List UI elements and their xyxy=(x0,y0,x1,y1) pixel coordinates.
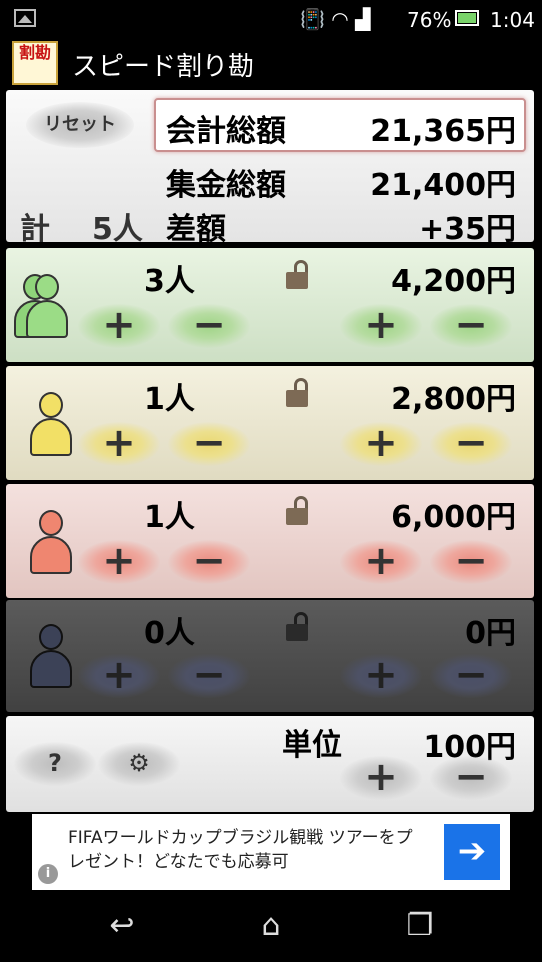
info-icon[interactable]: i xyxy=(38,864,58,884)
lock-open-icon[interactable] xyxy=(286,496,308,526)
lock-open-icon[interactable] xyxy=(286,612,308,642)
group-amount: 4,200円 xyxy=(391,264,516,299)
people-minus-button[interactable]: − xyxy=(168,422,250,466)
back-icon[interactable]: ↩ xyxy=(92,904,152,948)
signal-icon: ▟ xyxy=(355,7,371,31)
person-icon xyxy=(28,624,74,690)
navigation-bar: ↩ ⌂ ❐ xyxy=(0,890,542,962)
home-icon[interactable]: ⌂ xyxy=(241,904,301,948)
people-plus-button[interactable]: + xyxy=(78,422,160,466)
vibrate-icon: 📳 xyxy=(300,7,325,31)
clock: 1:04 xyxy=(490,8,535,32)
gallery-notification-icon xyxy=(14,9,36,27)
ad-text[interactable]: FIFAワールドカップブラジル観戦 ツアーをプレゼント！どなたでも応募可 xyxy=(68,826,428,874)
unit-plus-button[interactable]: + xyxy=(340,756,422,800)
ad-banner[interactable]: FIFAワールドカップブラジル観戦 ツアーをプレゼント！どなたでも応募可 ➔ i xyxy=(32,814,510,890)
battery-icon xyxy=(455,10,479,26)
wifi-icon: ◠ xyxy=(331,7,349,31)
group-panel-green: 3人 4,200円 + − + − xyxy=(6,248,534,362)
group-panel-dark: 0人 0円 + − + − xyxy=(6,600,534,712)
lock-open-icon[interactable] xyxy=(286,378,308,408)
recent-apps-icon[interactable]: ❐ xyxy=(390,904,450,948)
amount-plus-button[interactable]: + xyxy=(340,304,422,348)
total-value: 21,365円 xyxy=(370,114,516,149)
group-amount: 6,000円 xyxy=(391,500,516,535)
gear-icon: ⚙ xyxy=(128,749,150,777)
group-panel-yellow: 1人 2,800円 + − + − xyxy=(6,366,534,480)
amount-minus-button[interactable]: − xyxy=(430,304,512,348)
people-plus-button[interactable]: + xyxy=(78,654,160,698)
amount-plus-button[interactable]: + xyxy=(340,654,422,698)
amount-minus-button[interactable]: − xyxy=(430,654,512,698)
unit-minus-button[interactable]: − xyxy=(430,756,512,800)
group-people-count: 0人 xyxy=(144,616,195,651)
total-label: 会計総額 xyxy=(166,114,286,149)
count-label: 計 xyxy=(20,212,50,247)
footer-panel: ? ⚙ 単位 100円 + − xyxy=(6,716,534,812)
people-minus-button[interactable]: − xyxy=(168,654,250,698)
settings-button[interactable]: ⚙ xyxy=(98,742,180,786)
amount-plus-button[interactable]: + xyxy=(340,422,422,466)
reset-button[interactable]: リセット xyxy=(26,102,134,148)
group-amount: 2,800円 xyxy=(391,382,516,417)
person-icon xyxy=(28,510,74,576)
group-amount: 0円 xyxy=(465,616,516,651)
unit-label: 単位 xyxy=(282,728,342,763)
summary-panel: リセット 会計総額 21,365円 集金総額 21,400円 計 5人 差額 +… xyxy=(6,90,534,247)
count-value: 5人 xyxy=(92,212,143,247)
app-title-bar: 割勘 スピード割り勘 xyxy=(0,38,542,88)
battery-percent: 76% xyxy=(407,8,452,32)
people-plus-button[interactable]: + xyxy=(78,304,160,348)
group-people-count: 3人 xyxy=(144,264,195,299)
collected-label: 集金総額 xyxy=(166,168,286,203)
status-bar: 📳 ◠ ▟ 76% 1:04 xyxy=(0,0,542,38)
collected-value: 21,400円 xyxy=(370,168,516,203)
people-minus-button[interactable]: − xyxy=(168,540,250,584)
diff-label: 差額 xyxy=(166,212,226,247)
amount-plus-button[interactable]: + xyxy=(340,540,422,584)
group-panel-red: 1人 6,000円 + − + − xyxy=(6,484,534,598)
status-icons: 📳 ◠ ▟ xyxy=(300,7,370,31)
person-icon xyxy=(24,274,70,340)
amount-minus-button[interactable]: − xyxy=(430,540,512,584)
diff-value: +35円 xyxy=(419,212,516,247)
arrow-right-icon[interactable]: ➔ xyxy=(444,824,500,880)
group-people-count: 1人 xyxy=(144,500,195,535)
app-title: スピード割り勘 xyxy=(72,52,255,82)
group-people-count: 1人 xyxy=(144,382,195,417)
people-plus-button[interactable]: + xyxy=(78,540,160,584)
lock-open-icon[interactable] xyxy=(286,260,308,290)
help-button[interactable]: ? xyxy=(14,742,96,786)
app-logo: 割勘 xyxy=(12,41,58,85)
people-minus-button[interactable]: − xyxy=(168,304,250,348)
amount-minus-button[interactable]: − xyxy=(430,422,512,466)
person-icon xyxy=(28,392,74,458)
